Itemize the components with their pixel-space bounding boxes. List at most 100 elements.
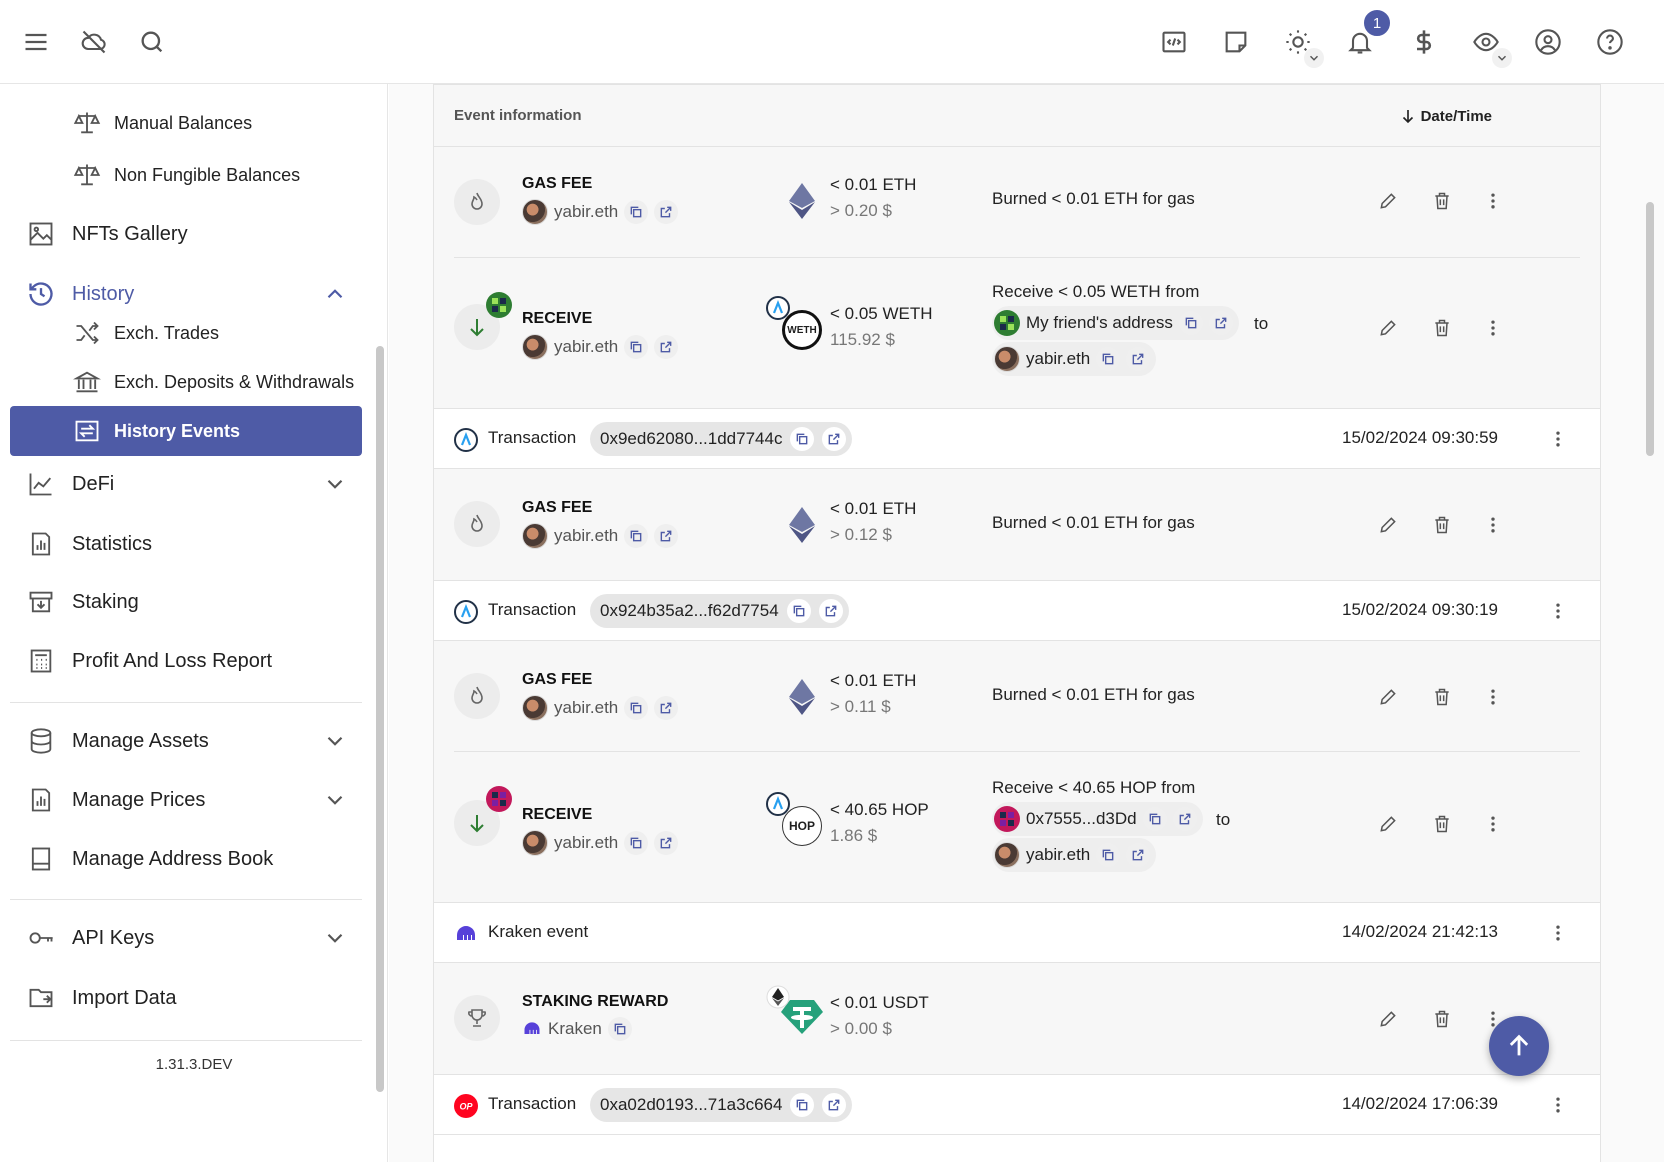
chevron-down-icon[interactable] xyxy=(322,925,348,951)
delete-trash-icon[interactable] xyxy=(1426,1003,1458,1035)
user-account-icon[interactable] xyxy=(1528,22,1568,62)
delete-trash-icon[interactable] xyxy=(1426,312,1458,344)
external-link-icon[interactable] xyxy=(822,1093,847,1117)
column-header-datetime[interactable]: Date/Time xyxy=(1399,107,1492,125)
chevron-down-icon xyxy=(1304,48,1324,68)
recipient-chip: yabir.eth xyxy=(992,838,1157,872)
bank-icon xyxy=(72,367,102,397)
transaction-label: Transaction xyxy=(488,428,577,447)
transaction-row[interactable]: Transaction 0x9ed62080...1dd7744c 15/02/… xyxy=(434,409,1600,469)
external-link-icon[interactable] xyxy=(1126,347,1151,371)
copy-icon[interactable] xyxy=(790,1093,815,1117)
copy-icon[interactable] xyxy=(1142,807,1167,831)
transaction-label: Transaction xyxy=(488,1094,577,1113)
external-link-icon[interactable] xyxy=(654,335,679,359)
search-icon[interactable] xyxy=(132,22,172,62)
copy-icon[interactable] xyxy=(624,200,649,224)
sidebar-item-nfts-gallery[interactable]: NFTs Gallery xyxy=(10,208,362,260)
delete-trash-icon[interactable] xyxy=(1426,808,1458,840)
more-vertical-icon[interactable] xyxy=(1477,509,1509,541)
edit-pencil-icon[interactable] xyxy=(1372,312,1404,344)
currency-dollar-icon[interactable] xyxy=(1404,22,1444,62)
theme-sun-icon[interactable] xyxy=(1278,22,1324,68)
sidebar-item-import-data[interactable]: Import Data xyxy=(10,972,362,1024)
kraken-event-row[interactable]: Kraken event 14/02/2024 21:42:13 xyxy=(434,903,1600,963)
chevron-down-icon[interactable] xyxy=(322,787,348,813)
external-link-icon[interactable] xyxy=(654,524,679,548)
external-link-icon[interactable] xyxy=(1208,311,1233,335)
edit-pencil-icon[interactable] xyxy=(1372,509,1404,541)
chevron-down-icon[interactable] xyxy=(322,471,348,497)
delete-trash-icon[interactable] xyxy=(1426,185,1458,217)
delete-trash-icon[interactable] xyxy=(1426,509,1458,541)
transaction-row[interactable]: Transaction 0x924b35a2...f62d7754 15/02/… xyxy=(434,581,1600,641)
copy-icon[interactable] xyxy=(1096,347,1121,371)
transaction-datetime: 14/02/2024 17:06:39 xyxy=(1342,1094,1498,1113)
counterparty-name: My friend's address xyxy=(1026,313,1173,332)
sticky-note-icon[interactable] xyxy=(1216,22,1256,62)
edit-pencil-icon[interactable] xyxy=(1372,185,1404,217)
external-link-icon[interactable] xyxy=(822,427,847,451)
history-clock-icon xyxy=(26,279,56,309)
transaction-datetime: 15/02/2024 09:30:19 xyxy=(1342,600,1498,619)
event-type: GAS FEE xyxy=(522,175,593,192)
edit-pencil-icon[interactable] xyxy=(1372,681,1404,713)
more-vertical-icon[interactable] xyxy=(1477,681,1509,713)
more-vertical-icon[interactable] xyxy=(1477,185,1509,217)
more-vertical-icon[interactable] xyxy=(1542,423,1574,455)
external-link-icon[interactable] xyxy=(654,696,679,720)
sidebar-item-defi[interactable]: DeFi xyxy=(10,458,362,510)
sidebar-divider xyxy=(10,899,362,900)
sidebar-scrollbar[interactable] xyxy=(376,346,384,1092)
address-book-icon xyxy=(26,844,56,874)
sidebar-item-exch-deposits-withdrawals[interactable]: Exch. Deposits & Withdrawals xyxy=(10,357,362,407)
chevron-down-icon[interactable] xyxy=(322,728,348,754)
code-icon[interactable] xyxy=(1154,22,1194,62)
more-vertical-icon[interactable] xyxy=(1477,312,1509,344)
sidebar-item-history-events[interactable]: History Events xyxy=(10,406,362,456)
external-link-icon[interactable] xyxy=(654,831,679,855)
transaction-row[interactable]: OP Transaction 0xa02d0193...71a3c664 14/… xyxy=(434,1075,1600,1135)
copy-icon[interactable] xyxy=(786,599,811,623)
sidebar-item-manual-balances[interactable]: Manual Balances xyxy=(10,98,362,148)
arbitrum-chain-icon xyxy=(454,600,478,624)
external-link-icon[interactable] xyxy=(818,599,843,623)
copy-icon[interactable] xyxy=(624,335,649,359)
copy-icon[interactable] xyxy=(624,524,649,548)
copy-icon[interactable] xyxy=(790,427,815,451)
sidebar-item-non-fungible-balances[interactable]: Non Fungible Balances xyxy=(10,150,362,200)
copy-icon[interactable] xyxy=(607,1017,632,1041)
copy-icon[interactable] xyxy=(624,696,649,720)
more-vertical-icon[interactable] xyxy=(1542,1089,1574,1121)
more-vertical-icon[interactable] xyxy=(1542,595,1574,627)
sidebar-item-api-keys[interactable]: API Keys xyxy=(10,912,362,964)
sidebar-item-manage-address-book[interactable]: Manage Address Book xyxy=(10,833,362,885)
edit-pencil-icon[interactable] xyxy=(1372,808,1404,840)
sidebar-item-staking[interactable]: Staking xyxy=(10,576,362,628)
more-vertical-icon[interactable] xyxy=(1477,808,1509,840)
sidebar-item-manage-assets[interactable]: Manage Assets xyxy=(10,715,362,767)
delete-trash-icon[interactable] xyxy=(1426,681,1458,713)
app-version: 1.31.3.DEV xyxy=(155,1056,233,1073)
cloud-off-icon[interactable] xyxy=(74,22,114,62)
external-link-icon[interactable] xyxy=(654,200,679,224)
notifications-bell-icon[interactable]: 1 xyxy=(1340,8,1392,62)
external-link-icon[interactable] xyxy=(1172,807,1197,831)
copy-icon[interactable] xyxy=(1178,311,1203,335)
more-vertical-icon[interactable] xyxy=(1542,917,1574,949)
scroll-to-top-button[interactable] xyxy=(1489,1016,1549,1076)
menu-icon[interactable] xyxy=(16,22,56,62)
sidebar-item-profit-loss-report[interactable]: Profit And Loss Report xyxy=(10,635,362,687)
copy-icon[interactable] xyxy=(624,831,649,855)
privacy-eye-icon[interactable] xyxy=(1466,22,1512,68)
sidebar-item-manage-prices[interactable]: Manage Prices xyxy=(10,774,362,826)
main-scrollbar[interactable] xyxy=(1646,202,1654,456)
edit-pencil-icon[interactable] xyxy=(1372,1003,1404,1035)
sidebar-item-statistics[interactable]: Statistics xyxy=(10,518,362,570)
help-icon[interactable] xyxy=(1590,22,1630,62)
sidebar-item-exch-trades[interactable]: Exch. Trades xyxy=(10,308,362,358)
copy-icon[interactable] xyxy=(1096,843,1121,867)
counterparty-chip: My friend's address xyxy=(992,306,1239,340)
external-link-icon[interactable] xyxy=(1126,843,1151,867)
chevron-up-icon[interactable] xyxy=(322,281,348,307)
